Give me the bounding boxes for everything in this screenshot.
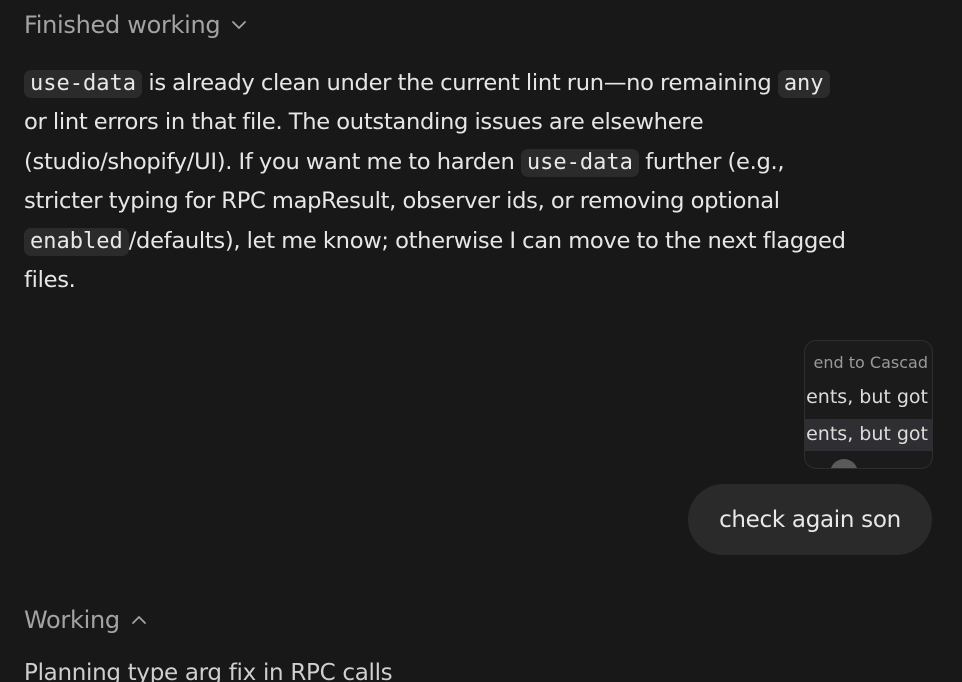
message-line: or lint errors in that file. The outstan… (24, 109, 704, 136)
inline-code: any (777, 70, 830, 98)
message-text: is already clean under the current lint … (141, 70, 778, 96)
inline-code: enabled (24, 227, 129, 256)
progress-step-text: Planning type arg fix in RPC calls (24, 660, 393, 682)
thumbnail-highlighted-line: ents, but got (805, 419, 932, 451)
status-label: Working (24, 606, 120, 634)
user-message-bubble: check again son (688, 484, 932, 555)
chevron-down-icon (232, 21, 247, 29)
assistant-message: use-data is already clean under the curr… (24, 64, 944, 300)
message-line: files. (24, 267, 76, 294)
message-line: use-data is already clean under the curr… (24, 64, 944, 103)
message-text: /defaults), let me know; otherwise I can… (128, 227, 846, 254)
inline-code: use-data (520, 148, 639, 177)
status-label: Finished working (24, 11, 221, 39)
thumbnail-text-line: ents, but got (806, 386, 928, 408)
chevron-up-icon (131, 616, 146, 624)
message-text: (studio/shopify/UI). If you want me to h… (24, 148, 521, 175)
message-line: enabled/defaults), let me know; otherwis… (24, 222, 944, 261)
attachment-thumbnail[interactable]: end to Cascad ents, but got ents, but go… (804, 340, 933, 469)
finished-working-toggle[interactable]: Finished working (24, 11, 248, 39)
message-text: further (e.g., (638, 148, 785, 175)
message-line: (studio/shopify/UI). If you want me to h… (24, 143, 944, 182)
user-message-text: check again son (719, 506, 901, 533)
inline-code: use-data (24, 70, 142, 98)
working-toggle[interactable]: Working (24, 606, 148, 634)
thumbnail-avatar (830, 459, 858, 468)
message-line: stricter typing for RPC mapResult, obser… (24, 188, 780, 215)
thumbnail-text-line: end to Cascad (813, 353, 928, 372)
